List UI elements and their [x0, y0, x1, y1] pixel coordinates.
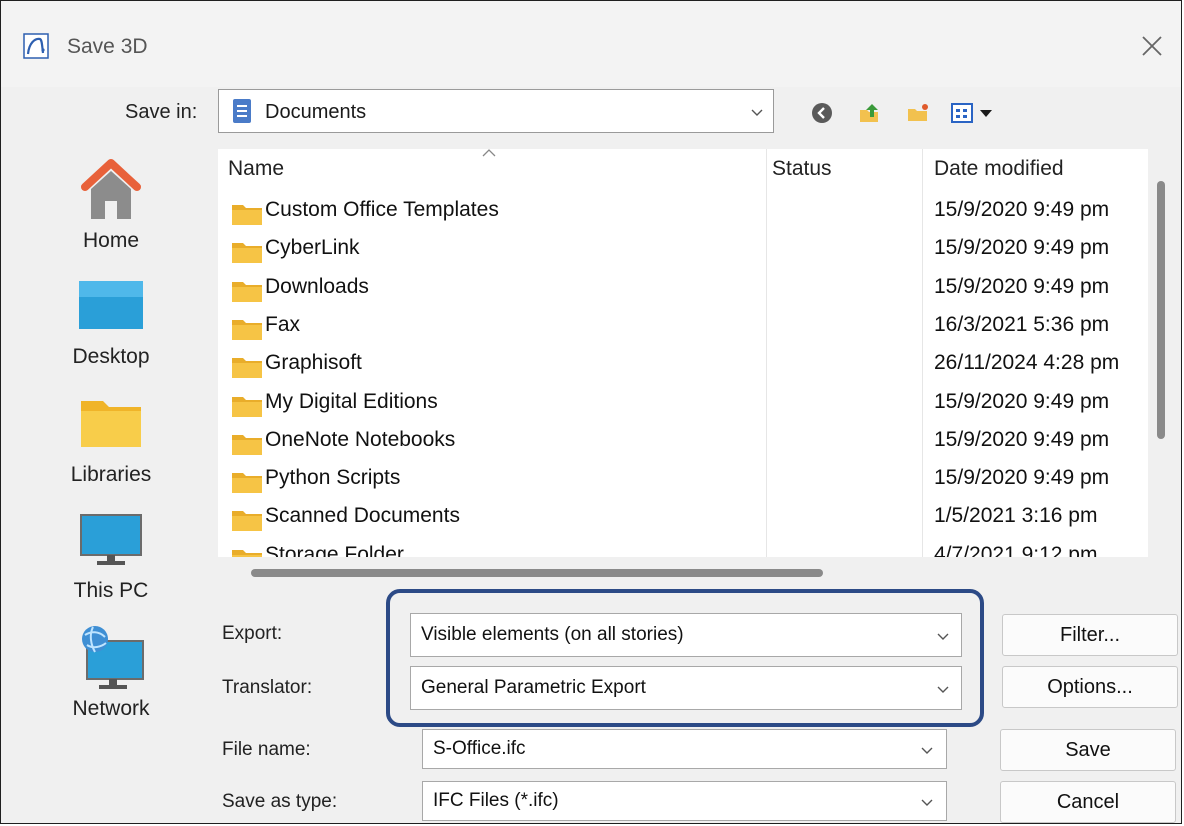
highlight-annotation — [386, 589, 984, 727]
folder-icon — [232, 319, 262, 340]
desktop-icon — [79, 281, 143, 329]
file-date-modified: 15/9/2020 9:49 pm — [934, 236, 1110, 260]
file-date-modified: 15/9/2020 9:49 pm — [934, 427, 1110, 451]
chevron-down-icon — [751, 109, 763, 116]
title-bar: Save 3D — [1, 1, 1181, 87]
file-row[interactable]: Scanned Documents 1/5/2021 3:16 pm — [218, 499, 1148, 537]
save-as-type-label: Save as type: — [222, 791, 338, 812]
window-title: Save 3D — [67, 35, 148, 58]
place-label: Desktop — [72, 345, 150, 368]
file-row[interactable]: My Digital Editions 15/9/2020 9:49 pm — [218, 385, 1148, 423]
new-folder-icon[interactable] — [906, 101, 930, 125]
network-icon — [82, 626, 144, 689]
file-name: Storage Folder — [265, 542, 404, 557]
archicad-logo-icon — [23, 33, 49, 59]
file-row[interactable]: Downloads 15/9/2020 9:49 pm — [218, 270, 1148, 308]
folder-icon — [232, 205, 262, 225]
horizontal-scrollbar[interactable] — [251, 569, 823, 577]
save-button[interactable]: Save — [1000, 729, 1176, 771]
file-name-input[interactable]: S-Office.ifc — [422, 729, 947, 769]
file-row[interactable]: Custom Office Templates 15/9/2020 9:49 pm — [218, 193, 1148, 231]
place-label: Libraries — [70, 463, 152, 486]
column-header-date-modified[interactable]: Date modified — [934, 157, 1064, 181]
file-name: OneNote Notebooks — [265, 427, 456, 451]
file-row[interactable]: Storage Folder 4/7/2021 9:12 pm — [218, 538, 1148, 557]
folder-icon — [232, 549, 262, 557]
save-in-label: Save in: — [125, 101, 198, 123]
file-name: Python Scripts — [265, 466, 401, 490]
file-list[interactable]: Name Status Date modified Custom Office … — [218, 149, 1148, 557]
places-bar: Home Desktop Libraries This PC Network — [49, 149, 173, 729]
options-button[interactable]: Options... — [1002, 666, 1178, 708]
file-row[interactable]: Python Scripts 15/9/2020 9:49 pm — [218, 461, 1148, 499]
file-name: Graphisoft — [265, 351, 362, 375]
save-3d-dialog: Save 3D Save in: Documents Home Desktop … — [0, 0, 1182, 824]
folder-icon — [232, 511, 262, 532]
file-name: Custom Office Templates — [265, 198, 499, 221]
close-icon[interactable] — [1137, 31, 1167, 61]
place-label: This PC — [73, 579, 149, 602]
vertical-scrollbar[interactable] — [1157, 181, 1165, 439]
home-icon — [81, 159, 141, 219]
file-name: Fax — [265, 312, 301, 336]
file-name: Downloads — [265, 274, 369, 298]
file-row[interactable]: Graphisoft 26/11/2024 4:28 pm — [218, 346, 1148, 384]
back-icon[interactable] — [810, 101, 834, 125]
save-as-type-dropdown[interactable]: IFC Files (*.ifc) — [422, 781, 947, 821]
file-name-value: S-Office.ifc — [433, 738, 526, 759]
export-label: Export: — [222, 623, 283, 644]
chevron-down-icon — [921, 799, 933, 806]
file-name: My Digital Editions — [265, 389, 438, 413]
file-date-modified: 15/9/2020 9:49 pm — [934, 274, 1110, 298]
folder-icon — [232, 434, 262, 455]
sort-ascending-icon — [482, 149, 496, 157]
cancel-button[interactable]: Cancel — [1000, 781, 1176, 823]
file-name-label: File name: — [222, 739, 311, 760]
folder-icon — [232, 473, 262, 494]
file-date-modified: 26/11/2024 4:28 pm — [934, 351, 1120, 375]
file-row[interactable]: CyberLink 15/9/2020 9:49 pm — [218, 231, 1148, 269]
chevron-down-icon — [921, 747, 933, 754]
file-row[interactable]: Fax 16/3/2021 5:36 pm — [218, 308, 1148, 346]
view-menu-icon[interactable] — [951, 101, 997, 125]
file-date-modified: 1/5/2021 3:16 pm — [934, 504, 1098, 528]
file-date-modified: 15/9/2020 9:49 pm — [934, 389, 1110, 413]
filter-button[interactable]: Filter... — [1002, 614, 1178, 656]
save-in-dropdown[interactable]: Documents — [218, 89, 774, 133]
folder-icon — [232, 396, 262, 417]
file-date-modified: 16/3/2021 5:36 pm — [934, 312, 1110, 336]
folder-icon — [232, 281, 262, 302]
folder-icon — [232, 358, 262, 379]
column-header-name[interactable]: Name — [228, 157, 284, 181]
file-row[interactable]: OneNote Notebooks 15/9/2020 9:49 pm — [218, 423, 1148, 461]
translator-label: Translator: — [222, 677, 313, 698]
documents-icon — [233, 99, 251, 123]
save-in-value: Documents — [265, 101, 367, 123]
up-folder-icon[interactable] — [857, 101, 881, 125]
file-date-modified: 4/7/2021 9:12 pm — [934, 542, 1098, 557]
folder-icon — [232, 243, 262, 264]
column-header-status[interactable]: Status — [772, 157, 832, 181]
file-date-modified: 15/9/2020 9:49 pm — [934, 466, 1110, 490]
file-name: Scanned Documents — [265, 504, 460, 528]
libraries-icon — [81, 401, 141, 447]
file-name: CyberLink — [265, 236, 360, 260]
place-label: Network — [72, 697, 150, 720]
save-as-type-value: IFC Files (*.ifc) — [433, 790, 559, 811]
this-pc-icon — [80, 514, 142, 565]
place-label: Home — [82, 229, 140, 252]
file-date-modified: 15/9/2020 9:49 pm — [934, 198, 1110, 221]
